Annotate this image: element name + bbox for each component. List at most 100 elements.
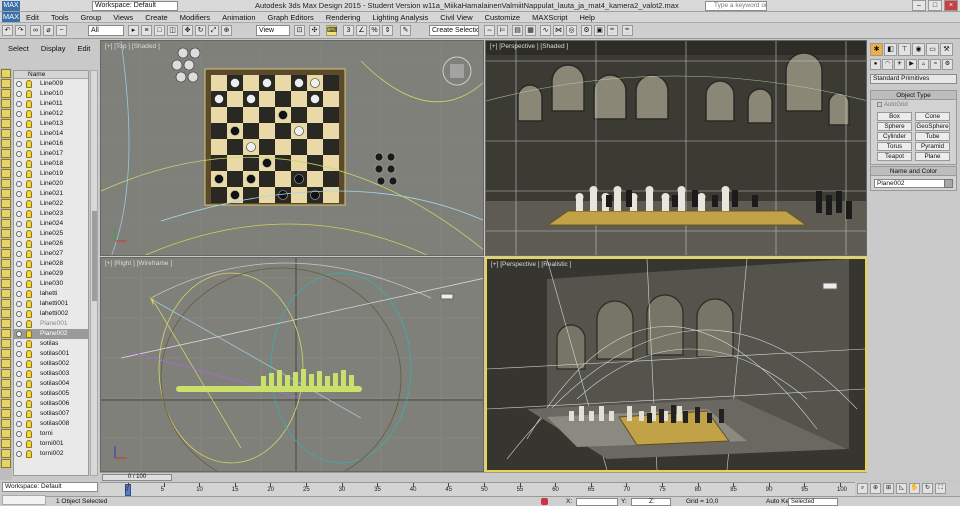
visibility-icon[interactable]: [16, 91, 22, 97]
viewport-right-wireframe[interactable]: [+] [Right ] [Wireframe ]: [100, 257, 484, 472]
workspace-dropdown[interactable]: Workspace: Default: [92, 1, 178, 11]
menu-help[interactable]: Help: [574, 12, 601, 22]
render-iterative-icon[interactable]: ☕: [622, 25, 633, 36]
visibility-icon[interactable]: [16, 241, 22, 247]
menu-maxscript[interactable]: MAXScript: [526, 12, 573, 22]
list-item[interactable]: torni002: [14, 449, 88, 459]
list-item[interactable]: Plane001: [14, 319, 88, 329]
filter-icon[interactable]: [1, 139, 11, 148]
lights-icon[interactable]: ☀: [894, 59, 905, 70]
visibility-icon[interactable]: [16, 251, 22, 257]
viewport-top[interactable]: [+] [Top ] [Shaded ]: [100, 40, 484, 256]
visibility-icon[interactable]: [16, 161, 22, 167]
filter-icon[interactable]: [1, 349, 11, 358]
manipulate-icon[interactable]: ✣: [309, 25, 320, 36]
window-crossing-icon[interactable]: ◫: [167, 25, 178, 36]
list-item[interactable]: Line025: [14, 229, 88, 239]
menu-rendering[interactable]: Rendering: [320, 12, 367, 22]
pivot-center-icon[interactable]: ⊡: [294, 25, 305, 36]
viewport-perspective-shaded[interactable]: [+] [Perspective ] [Shaded ]: [485, 40, 867, 256]
edit-named-selection-icon[interactable]: ✎: [400, 25, 411, 36]
mirror-icon[interactable]: ⇔: [484, 25, 495, 36]
create-torus-button[interactable]: Torus: [877, 142, 912, 152]
menu-tools[interactable]: Tools: [45, 12, 75, 22]
create-sphere-button[interactable]: Sphere: [877, 122, 912, 132]
tab-display[interactable]: Display: [41, 44, 66, 54]
list-item[interactable]: sotilas003: [14, 369, 88, 379]
x-coordinate-field[interactable]: [576, 498, 618, 506]
visibility-icon[interactable]: [16, 441, 22, 447]
filter-icon[interactable]: [1, 69, 11, 78]
create-plane-button[interactable]: Plane: [915, 152, 950, 162]
utilities-tab-icon[interactable]: ⚒: [940, 43, 953, 56]
systems-icon[interactable]: ⚙: [942, 59, 953, 70]
list-item[interactable]: sotilas001: [14, 349, 88, 359]
tab-edit[interactable]: Edit: [77, 44, 90, 54]
object-name-field[interactable]: Plane002: [874, 179, 953, 188]
viewport-label[interactable]: [+] [Perspective ] [Shaded ]: [490, 43, 568, 50]
filter-icon[interactable]: [1, 299, 11, 308]
create-cone-button[interactable]: Cone: [915, 112, 950, 122]
create-pyramid-button[interactable]: Pyramid: [915, 142, 950, 152]
visibility-icon[interactable]: [16, 331, 22, 337]
autogrid-checkbox[interactable]: AutoGrid: [871, 100, 956, 110]
curve-editor-icon[interactable]: ∿: [540, 25, 551, 36]
filter-icon[interactable]: [1, 379, 11, 388]
material-editor-icon[interactable]: ◎: [566, 25, 577, 36]
column-header-name[interactable]: Name: [14, 71, 88, 79]
visibility-icon[interactable]: [16, 101, 22, 107]
tab-select[interactable]: Select: [8, 44, 29, 54]
time-slider-thumb[interactable]: 0 / 100: [102, 474, 172, 481]
list-item[interactable]: Line023: [14, 209, 88, 219]
list-item[interactable]: Line024: [14, 219, 88, 229]
zoom-extents-icon[interactable]: ⊞: [883, 483, 894, 494]
visibility-icon[interactable]: [16, 351, 22, 357]
list-item[interactable]: Line030: [14, 279, 88, 289]
menu-civil-view[interactable]: Civil View: [434, 12, 478, 22]
search-input[interactable]: Type a keyword or phrase: [705, 1, 767, 11]
filter-icon[interactable]: [1, 89, 11, 98]
visibility-icon[interactable]: [16, 411, 22, 417]
angle-snap-icon[interactable]: ∠: [356, 25, 367, 36]
filter-icon[interactable]: [1, 229, 11, 238]
visibility-icon[interactable]: [16, 81, 22, 87]
workspace-bottom-dropdown[interactable]: Workspace: Default: [2, 482, 98, 492]
filter-icon[interactable]: [1, 119, 11, 128]
list-item[interactable]: Line021: [14, 189, 88, 199]
undo-icon[interactable]: ↶: [2, 25, 13, 36]
helpers-icon[interactable]: ▵: [918, 59, 929, 70]
list-item[interactable]: lahetti002: [14, 309, 88, 319]
percent-snap-icon[interactable]: %: [369, 25, 380, 36]
filter-icon[interactable]: [1, 269, 11, 278]
visibility-icon[interactable]: [16, 221, 22, 227]
list-item[interactable]: torni: [14, 429, 88, 439]
menu-views[interactable]: Views: [107, 12, 139, 22]
filter-icon[interactable]: [1, 159, 11, 168]
filter-icon[interactable]: [1, 449, 11, 458]
visibility-icon[interactable]: [16, 111, 22, 117]
maxscript-listener[interactable]: [2, 495, 46, 505]
menu-modifiers[interactable]: Modifiers: [174, 12, 216, 22]
selection-lock-icon[interactable]: [541, 498, 548, 505]
list-item[interactable]: Line012: [14, 109, 88, 119]
zoom-all-icon[interactable]: ⊕: [870, 483, 881, 494]
visibility-icon[interactable]: [16, 301, 22, 307]
list-item[interactable]: Plane002: [14, 329, 88, 339]
filter-icon[interactable]: [1, 219, 11, 228]
viewport-perspective-realistic[interactable]: [+] [Perspective ] [Realistic ]: [485, 257, 867, 472]
menu-animation[interactable]: Animation: [216, 12, 261, 22]
create-cylinder-button[interactable]: Cylinder: [877, 132, 912, 142]
visibility-icon[interactable]: [16, 271, 22, 277]
list-item[interactable]: Line009: [14, 79, 88, 89]
list-item[interactable]: Line011: [14, 99, 88, 109]
cameras-icon[interactable]: ▶: [906, 59, 917, 70]
object-color-swatch[interactable]: [944, 179, 953, 188]
viewport-label[interactable]: [+] [Right ] [Wireframe ]: [105, 260, 172, 267]
visibility-icon[interactable]: [16, 371, 22, 377]
visibility-icon[interactable]: [16, 201, 22, 207]
filter-icon[interactable]: [1, 209, 11, 218]
list-item[interactable]: Line017: [14, 149, 88, 159]
rectangle-selection-icon[interactable]: □: [154, 25, 165, 36]
select-scale-icon[interactable]: ⤢: [208, 25, 219, 36]
maximize-viewport-icon[interactable]: ⛶: [935, 483, 946, 494]
